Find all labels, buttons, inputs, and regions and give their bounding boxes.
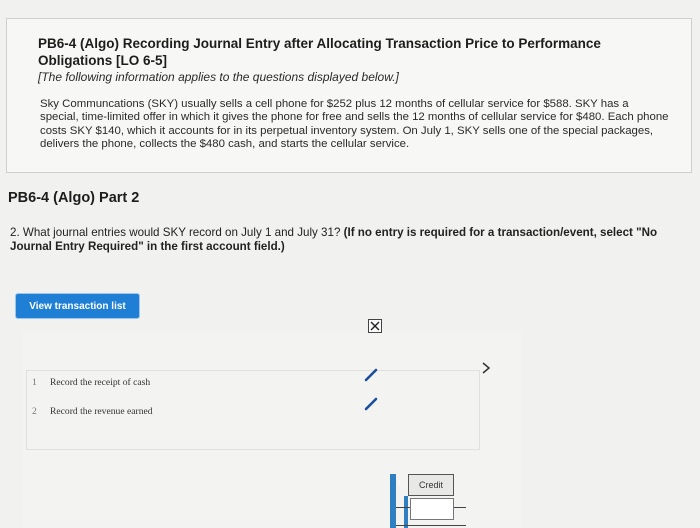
problem-title: PB6-4 (Algo) Recording Journal Entry aft… [38,36,601,68]
table-accent-bar [390,474,396,528]
chevron-right-icon[interactable] [481,361,491,380]
row-marker: 1 [397,480,401,487]
entry-number: 1 [32,377,37,388]
problem-paragraph: Sky Communcations (SKY) usually sells a … [40,98,669,151]
divider [396,525,466,526]
entry-label: Record the revenue earned [50,406,153,417]
credit-amount-input[interactable] [410,498,454,520]
question-text: 2. What journal entries would SKY record… [10,226,344,239]
close-icon[interactable] [368,319,382,333]
part-title: PB6-4 (Algo) Part 2 [8,190,140,206]
table-accent-bar [404,496,408,528]
pencil-icon[interactable] [364,397,378,416]
journal-table: 1 Credit [390,474,466,528]
view-transaction-list-button[interactable]: View transaction list [16,294,139,318]
entry-number: 2 [32,406,37,417]
problem-note: [The following information applies to th… [38,70,399,84]
entry-row-receipt-of-cash[interactable]: 1 Record the receipt of cash [32,377,150,388]
credit-column-header: Credit [408,474,454,496]
entry-row-revenue-earned[interactable]: 2 Record the revenue earned [32,406,153,417]
entry-label: Record the receipt of cash [50,377,151,388]
question: 2. What journal entries would SKY record… [10,226,690,254]
pencil-icon[interactable] [364,368,378,387]
